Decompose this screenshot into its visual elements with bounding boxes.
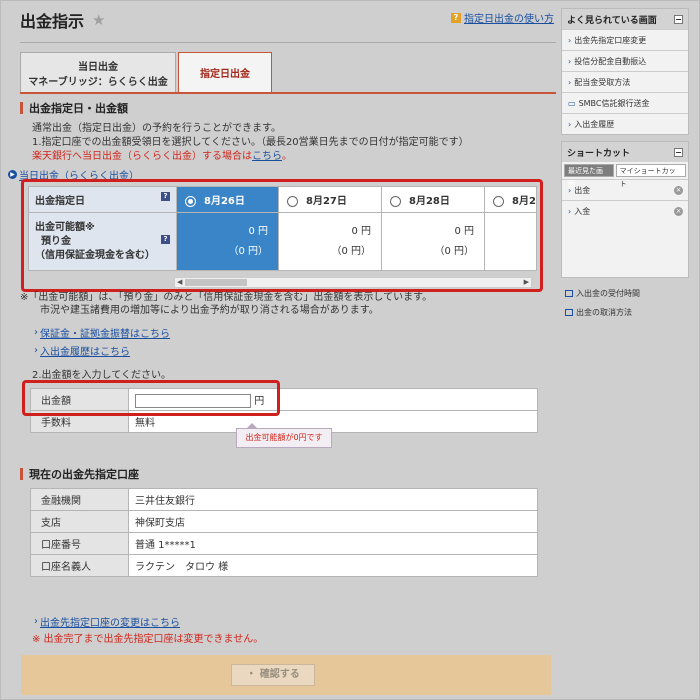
- history-link[interactable]: 入出金履歴はこちら: [40, 343, 130, 358]
- popular-item[interactable]: › 投信分配金自動振込: [562, 50, 688, 71]
- sidebar-link-label: 出金の取消方法: [576, 308, 632, 317]
- collapse-icon[interactable]: −: [674, 14, 683, 24]
- section-heading-text: 出金指定日・出金額: [29, 102, 128, 115]
- popular-item[interactable]: › 出金先指定口座変更: [562, 29, 688, 50]
- history-link-row[interactable]: › 入出金履歴はこちら: [34, 343, 130, 358]
- tab-same-day-line2: マネーブリッジ：らくらく出金: [28, 76, 168, 88]
- popular-item[interactable]: ▭ SMBC信託銀行送金: [562, 92, 688, 113]
- tab-my-shortcut[interactable]: マイショートカット: [615, 164, 686, 188]
- arrow-icon: ›: [568, 119, 572, 129]
- popular-item-label: 出金先指定口座変更: [574, 35, 647, 45]
- popular-item-label: 入出金履歴: [574, 119, 615, 129]
- shortcut-tabs: 最近見た画面 マイショートカット: [562, 162, 688, 188]
- rakuten-note-text: 楽天銀行へ当日出金（らくらく出金）する場合は: [32, 151, 252, 162]
- rakuten-note-link[interactable]: こちら: [252, 151, 282, 162]
- tab-same-day[interactable]: 当日出金 マネーブリッジ：らくらく出金: [20, 52, 176, 92]
- arrow-icon: ›: [568, 206, 572, 216]
- arrow-icon: ›: [34, 616, 38, 627]
- account-row-value: 普通 1*****1: [128, 532, 538, 555]
- window-icon: ▭: [568, 98, 576, 108]
- page-title: 出金指示 ★: [20, 8, 105, 32]
- tab-same-day-line1: 当日出金: [78, 61, 118, 73]
- popular-item[interactable]: › 配当金受取方法: [562, 71, 688, 92]
- sidebar-link[interactable]: 出金の取消方法: [561, 303, 689, 322]
- section-heading-date-amount: 出金指定日・出金額: [20, 100, 128, 116]
- popular-header: よく見られている画面 −: [562, 9, 688, 29]
- popular-item-label: 投信分配金自動振込: [574, 56, 647, 66]
- tab-scheduled[interactable]: 指定日出金: [178, 52, 272, 92]
- highlight-frame-schedule: [21, 179, 543, 292]
- title-divider: [20, 42, 556, 43]
- highlight-frame-amount: [22, 380, 280, 416]
- window-icon: [565, 290, 573, 297]
- tab-underline: [20, 92, 556, 94]
- page-frame: 出金指示 ★ ? 指定日出金の使い方 当日出金 マネーブリッジ：らくらく出金 指…: [0, 0, 700, 700]
- heading-bar: [20, 468, 23, 480]
- tab-recent[interactable]: 最近見た画面: [564, 164, 614, 188]
- account-row-label: 口座番号: [30, 532, 129, 555]
- account-row-label: 口座名義人: [30, 554, 129, 577]
- collapse-icon[interactable]: −: [674, 147, 683, 157]
- margin-transfer-link[interactable]: 保証金・証拠金振替はこちら: [40, 325, 170, 340]
- change-account-link[interactable]: 出金先指定口座の変更はこちら: [40, 614, 180, 629]
- arrow-icon: ›: [568, 77, 572, 87]
- question-icon: ?: [451, 12, 461, 23]
- remove-icon[interactable]: ×: [674, 185, 683, 195]
- sidebar-link[interactable]: 入出金の受付時間: [561, 284, 689, 303]
- main-content: 出金指示 ★ ? 指定日出金の使い方 当日出金 マネーブリッジ：らくらく出金 指…: [8, 8, 556, 698]
- popular-item-label: SMBC信託銀行送金: [578, 98, 650, 108]
- arrow-icon: ›: [34, 327, 38, 338]
- shortcut-box: ショートカット − 最近見た画面 マイショートカット › 出金 × › 入金 ×: [561, 141, 689, 278]
- favorite-star-icon[interactable]: ★: [92, 11, 105, 29]
- arrow-icon: ›: [568, 35, 572, 45]
- arrow-icon: ›: [34, 345, 38, 356]
- section-heading-text: 現在の出金先指定口座: [29, 468, 139, 481]
- popular-item[interactable]: › 入出金履歴: [562, 113, 688, 134]
- account-warning: ※ 出金完了まで出金先指定口座は変更できません。: [32, 634, 264, 645]
- intro-text-2: 1.指定口座での出金額受領日を選択してください。（最長20営業日先までの日付が指…: [32, 137, 469, 148]
- account-table: 金融機関 三井住友銀行 支店 神保町支店 口座番号 普通 1*****1 口座名…: [30, 488, 538, 577]
- sidebar-link-label: 入出金の受付時間: [576, 289, 640, 298]
- arrow-icon: ›: [568, 56, 572, 66]
- section-heading-account: 現在の出金先指定口座: [20, 466, 139, 482]
- rakuten-note: 楽天銀行へ当日出金（らくらく出金）する場合はこちら。: [32, 151, 292, 162]
- popular-box: よく見られている画面 − › 出金先指定口座変更 › 投信分配金自動振込 › 配当金受…: [561, 8, 689, 135]
- page-title-text: 出金指示: [20, 12, 85, 31]
- account-row-value: ラクテン タロウ 様: [128, 554, 538, 577]
- amount-tooltip: 出金可能額が0円です: [236, 423, 332, 448]
- shortcut-item[interactable]: › 入金 ×: [562, 200, 688, 221]
- account-row-value: 神保町支店: [128, 510, 538, 533]
- shortcut-empty-space: [562, 221, 688, 277]
- note-2: 市況や建玉諸費用の増加等により出金予約が取り消される場合があります。: [40, 305, 379, 316]
- arrow-icon: ›: [568, 185, 572, 195]
- tab-scheduled-label: 指定日出金: [200, 69, 250, 80]
- change-account-link-row[interactable]: › 出金先指定口座の変更はこちら: [34, 614, 180, 629]
- popular-title: よく見られている画面: [567, 15, 657, 26]
- shortcut-item-label: 入金: [574, 206, 591, 216]
- guide-link-row[interactable]: ? 指定日出金の使い方: [451, 10, 554, 25]
- account-row-value: 三井住友銀行: [128, 488, 538, 511]
- window-icon: [565, 309, 573, 316]
- shortcut-item-label: 出金: [574, 185, 591, 195]
- popular-item-label: 配当金受取方法: [574, 77, 631, 87]
- heading-bar: [20, 102, 23, 114]
- remove-icon[interactable]: ×: [674, 206, 683, 216]
- intro-text-1: 通常出金（指定日出金）の予約を行うことができます。: [32, 123, 281, 134]
- sidebar: よく見られている画面 − › 出金先指定口座変更 › 投信分配金自動振込 › 配当金受…: [561, 8, 689, 322]
- account-row-label: 金融機関: [30, 488, 129, 511]
- guide-link[interactable]: 指定日出金の使い方: [464, 10, 554, 25]
- note-1: ※「出金可能額」は、「預り金」のみと「信用保証金現金を含む」出金額を表示していま…: [20, 292, 433, 303]
- confirm-area: ・ 確認する: [21, 655, 551, 695]
- shortcut-header: ショートカット −: [562, 142, 688, 162]
- confirm-button[interactable]: ・ 確認する: [231, 664, 315, 686]
- margin-transfer-link-row[interactable]: › 保証金・証拠金振替はこちら: [34, 325, 170, 340]
- account-row-label: 支店: [30, 510, 129, 533]
- arrow-circle-icon: ▶: [8, 170, 17, 179]
- shortcut-title: ショートカット: [567, 148, 631, 159]
